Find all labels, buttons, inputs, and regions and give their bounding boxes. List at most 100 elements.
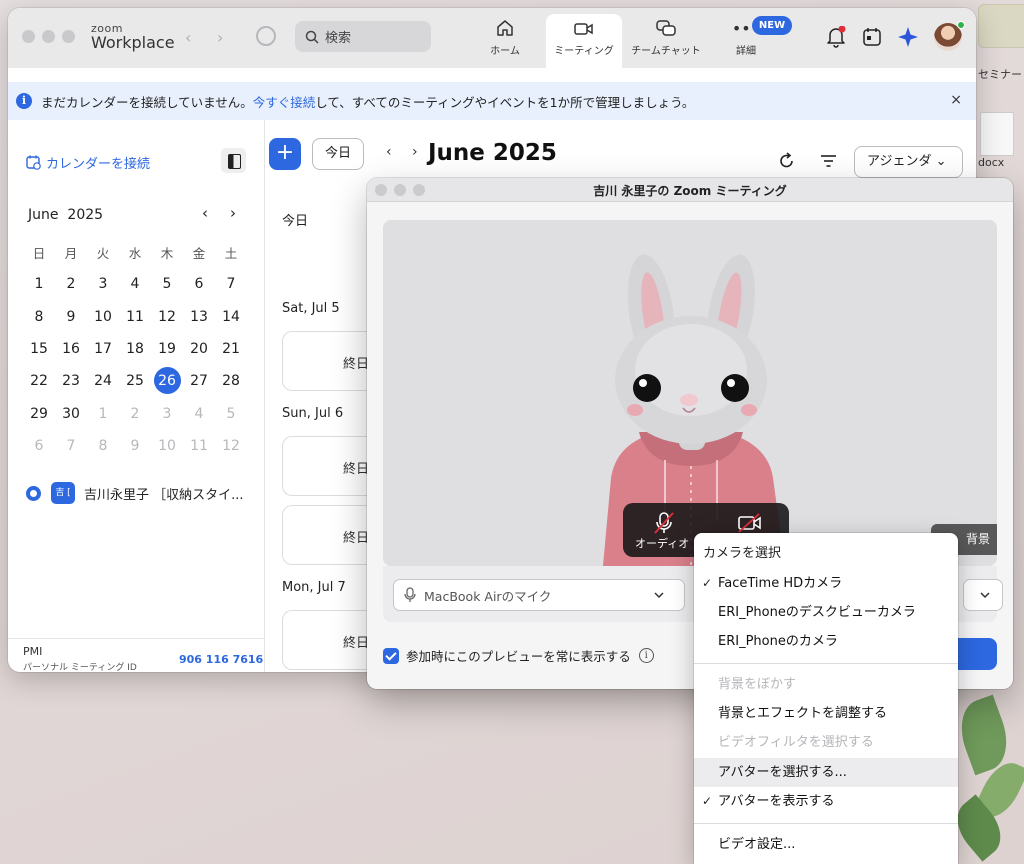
all-day-label: 終日 [343, 531, 370, 546]
mini-calendar: 日 月 火 水 木 金 土 1 2 3 4 5 6 7 8 9 10 11 12… [23, 236, 247, 462]
day-cell-next-month[interactable]: 1 [87, 406, 119, 422]
day-cell-next-month[interactable]: 4 [183, 406, 215, 422]
day-cell[interactable]: 30 [55, 406, 87, 422]
prev-month-icon[interactable]: ‹ [386, 144, 392, 160]
forward-arrow-icon[interactable]: › [217, 28, 223, 47]
video-muted-icon[interactable] [737, 513, 763, 533]
menu-item-adjust-effects[interactable]: 背景とエフェクトを調整する [694, 699, 958, 728]
pmi-label: PMI [23, 645, 43, 658]
audio-label[interactable]: オーディオ [635, 535, 689, 551]
history-icon[interactable] [256, 26, 276, 46]
mini-cal-prev-icon[interactable]: ‹ [202, 204, 208, 222]
day-cell[interactable]: 2 [55, 276, 87, 292]
day-cell[interactable]: 23 [55, 373, 87, 389]
day-cell[interactable]: 21 [215, 341, 247, 357]
ai-companion-icon[interactable] [897, 26, 919, 48]
calendar-radio[interactable] [26, 485, 41, 501]
tab-meetings[interactable]: ミーティング [546, 14, 622, 68]
camera-select[interactable] [963, 579, 1003, 611]
menu-item-desk-view-camera[interactable]: ERI_Phoneのデスクビューカメラ [694, 598, 958, 627]
brand-workplace: Workplace [91, 33, 175, 52]
tab-home-label: ホーム [490, 46, 520, 57]
calendar-owner-item[interactable]: 吉 [ 吉川永里子 ［収納スタイ... [26, 482, 244, 504]
day-cell[interactable]: 22 [23, 373, 55, 389]
zoom-window-button[interactable] [62, 30, 75, 43]
day-cell[interactable]: 1 [23, 276, 55, 292]
day-cell[interactable]: 15 [23, 341, 55, 357]
search-box[interactable]: 検索 [295, 21, 431, 52]
sidebar-toggle-icon[interactable] [221, 148, 246, 173]
day-cell[interactable]: 29 [23, 406, 55, 422]
today-button[interactable]: 今日 [312, 138, 364, 170]
day-cell[interactable]: 14 [215, 309, 247, 325]
menu-item-video-settings[interactable]: ビデオ設定... [694, 830, 958, 859]
day-cell[interactable]: 18 [119, 341, 151, 357]
day-cell-today[interactable]: 26 [151, 367, 183, 395]
day-cell[interactable]: 12 [151, 309, 183, 325]
filter-icon[interactable] [820, 154, 837, 168]
day-cell[interactable]: 24 [87, 373, 119, 389]
always-show-checkbox[interactable] [383, 647, 399, 664]
day-cell-next-month[interactable]: 6 [23, 438, 55, 454]
refresh-icon[interactable] [778, 152, 795, 169]
menu-item-facetime-camera[interactable]: ✓ FaceTime HDカメラ [694, 569, 958, 598]
connect-now-link[interactable]: 今すぐ接続 [253, 92, 316, 111]
day-cell[interactable]: 28 [215, 373, 247, 389]
next-month-icon[interactable]: › [412, 144, 418, 160]
close-icon[interactable]: × [950, 92, 962, 108]
today-heading: 今日 [282, 214, 309, 229]
close-window-button[interactable] [22, 30, 35, 43]
day-cell[interactable]: 17 [87, 341, 119, 357]
info-icon[interactable]: i [638, 648, 654, 663]
desktop-doc-icon[interactable] [980, 112, 1014, 156]
bell-icon[interactable] [826, 26, 846, 48]
day-cell-next-month[interactable]: 11 [183, 438, 215, 454]
day-cell[interactable]: 20 [183, 341, 215, 357]
day-cell[interactable]: 3 [87, 276, 119, 292]
minimize-window-button[interactable] [42, 30, 55, 43]
day-cell[interactable]: 19 [151, 341, 183, 357]
pmi-footer: PMI パーソナル ミーティング ID 906 116 7616 [8, 638, 265, 672]
day-cell[interactable]: 6 [183, 276, 215, 292]
menu-item-phone-camera[interactable]: ERI_Phoneのカメラ [694, 627, 958, 656]
connect-calendar-button[interactable]: カレンダーを接続 [26, 153, 150, 172]
tab-home[interactable]: ホーム [478, 14, 532, 68]
day-cell[interactable]: 13 [183, 309, 215, 325]
camera-menu: カメラを選択 ✓ FaceTime HDカメラ ERI_Phoneのデスクビュー… [694, 533, 958, 864]
agenda-view-dropdown[interactable]: アジェンダ ⌄ [854, 146, 963, 178]
info-icon: i [16, 93, 32, 109]
add-meeting-button[interactable]: + [269, 138, 301, 170]
day-cell-next-month[interactable]: 3 [151, 406, 183, 422]
menu-separator [694, 823, 958, 824]
menu-item-show-avatar[interactable]: ✓ アバターを表示する [694, 787, 958, 816]
pmi-number-link[interactable]: 906 116 7616 [179, 653, 263, 666]
day-cell[interactable]: 10 [87, 309, 119, 325]
microphone-muted-icon[interactable] [653, 511, 675, 535]
day-cell-next-month[interactable]: 10 [151, 438, 183, 454]
day-cell-next-month[interactable]: 5 [215, 406, 247, 422]
day-cell[interactable]: 25 [119, 373, 151, 389]
day-cell-next-month[interactable]: 2 [119, 406, 151, 422]
day-cell[interactable]: 11 [119, 309, 151, 325]
weekday-label: 月 [64, 245, 78, 261]
day-cell-next-month[interactable]: 9 [119, 438, 151, 454]
day-cell[interactable]: 9 [55, 309, 87, 325]
microphone-select[interactable]: MacBook Airのマイク [393, 579, 685, 611]
day-cell[interactable]: 27 [183, 373, 215, 389]
back-arrow-icon[interactable]: ‹ [185, 28, 191, 47]
day-cell-next-month[interactable]: 7 [55, 438, 87, 454]
day-cell-next-month[interactable]: 12 [215, 438, 247, 454]
checkmark-icon: ✓ [702, 576, 713, 590]
day-cell[interactable]: 4 [119, 276, 151, 292]
calendar-icon[interactable] [862, 26, 882, 48]
day-cell[interactable]: 5 [151, 276, 183, 292]
day-cell-next-month[interactable]: 8 [87, 438, 119, 454]
day-cell[interactable]: 8 [23, 309, 55, 325]
day-cell[interactable]: 7 [215, 276, 247, 292]
desktop-folder-icon[interactable] [978, 4, 1024, 48]
menu-item-choose-avatar[interactable]: アバターを選択する... [694, 758, 958, 787]
tab-team-chat[interactable]: チームチャット [626, 14, 706, 68]
day-cell[interactable]: 16 [55, 341, 87, 357]
mini-cal-next-icon[interactable]: › [230, 204, 236, 222]
banner-text-after: して、すべてのミーティングやイベントを1か所で管理しましょう。 [315, 94, 695, 110]
